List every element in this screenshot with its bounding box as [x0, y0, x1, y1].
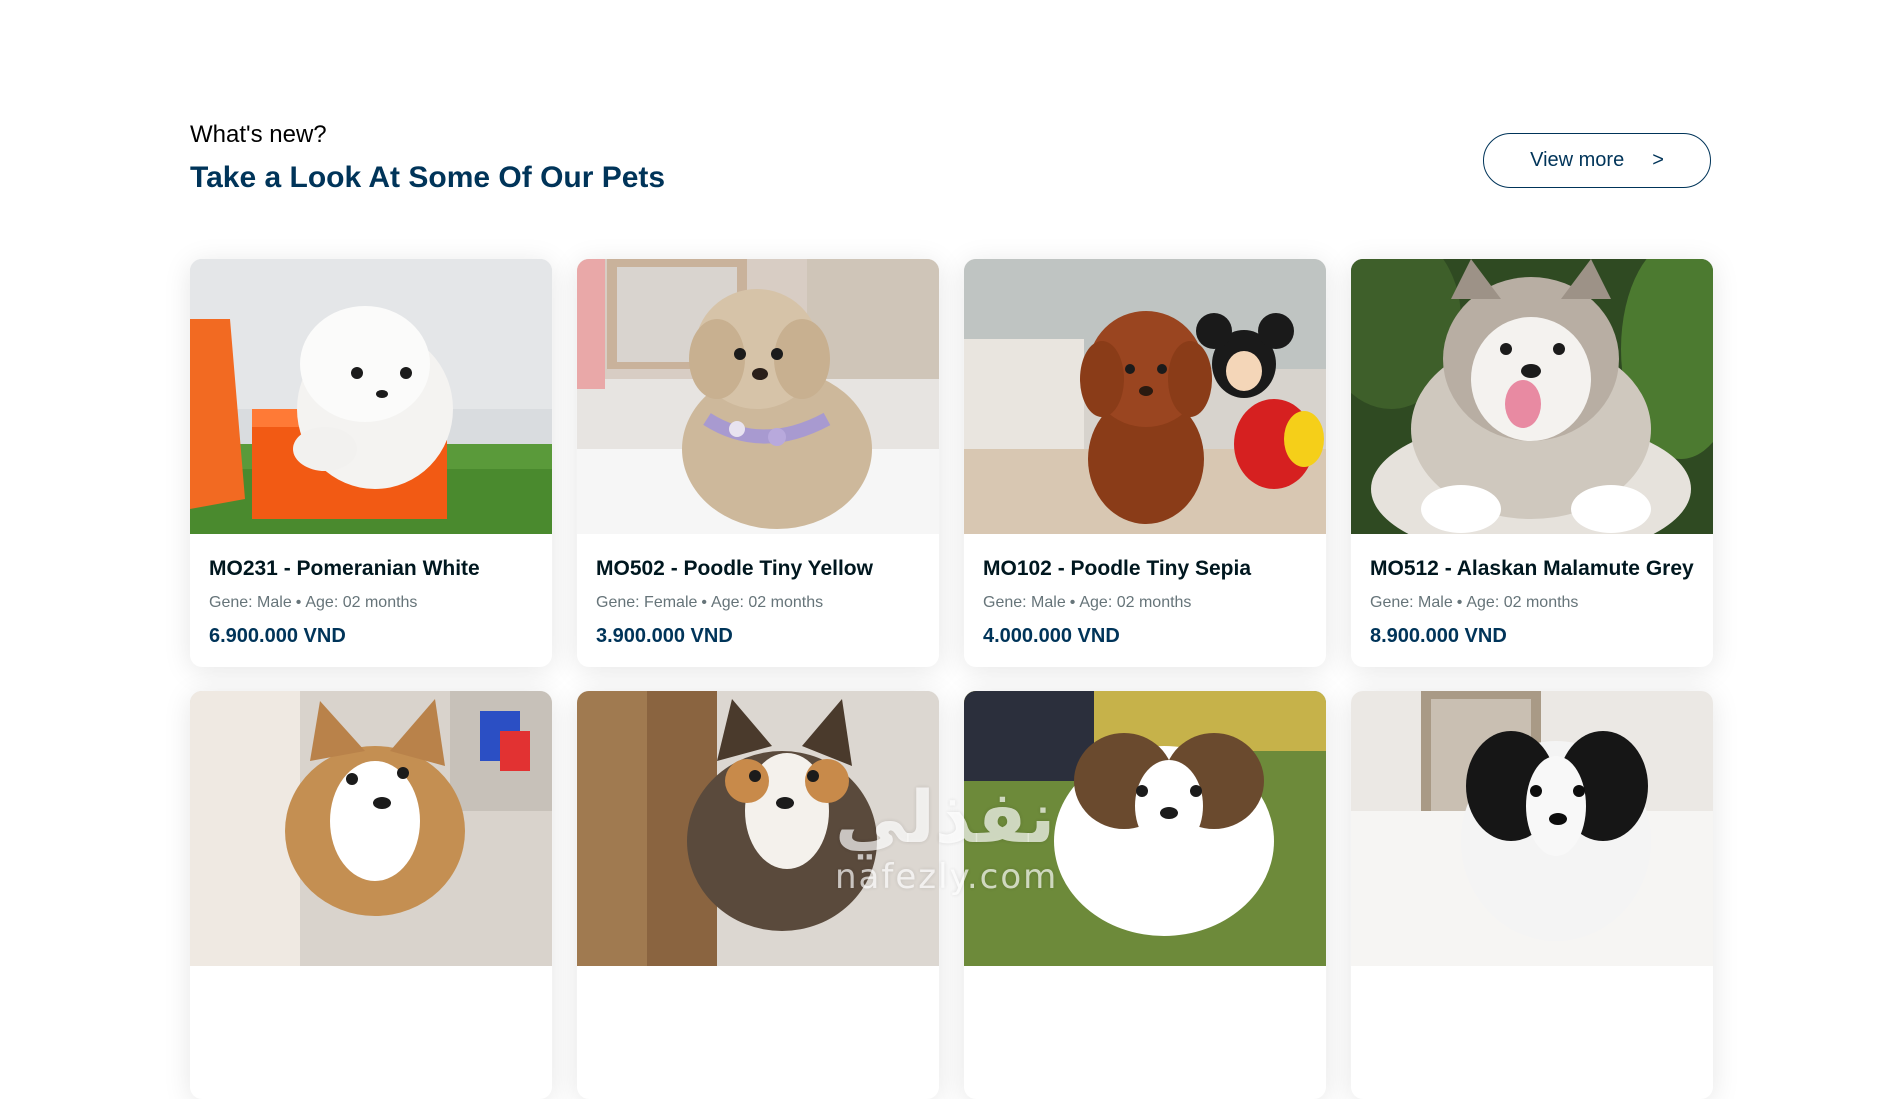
age-value: 02 months [748, 594, 824, 611]
gene-label: Gene: [983, 594, 1027, 611]
pet-meta: Gene: Male • Age: 02 months [983, 594, 1192, 611]
pet-photo-pomeranian-parti [964, 691, 1326, 966]
gene-value: Female [644, 594, 698, 611]
gene-label: Gene: [596, 594, 640, 611]
pet-price: 3.900.000 VND [596, 625, 733, 647]
pet-card[interactable]: MO102 - Poodle Tiny Sepia Gene: Male • Age… [964, 259, 1326, 667]
pet-photo-poodle-yellow [577, 259, 939, 534]
pet-meta: Gene: Female • Age: 02 months [596, 594, 824, 611]
pet-card[interactable] [964, 691, 1326, 1099]
gene-value: Male [257, 594, 292, 611]
pet-card[interactable]: MO502 - Poodle Tiny Yellow Gene: Female •… [577, 259, 939, 667]
pet-photo-corgi-tricolor [577, 691, 939, 966]
pet-card[interactable]: MO231 - Pomeranian White Gene: Male • Age:… [190, 259, 552, 667]
pet-card[interactable] [1351, 691, 1713, 1099]
pet-photo-pomeranian [190, 259, 552, 534]
pet-photo-alaskan-malamute [1351, 259, 1713, 534]
pets-section: What's new? Take a Look At Some Of Our P… [0, 0, 1882, 1099]
pet-name: MO502 - Poodle Tiny Yellow [596, 557, 873, 580]
age-value: 02 months [342, 594, 418, 611]
section-title: Take a Look At Some Of Our Pets [190, 161, 666, 194]
gene-label: Gene: [1370, 594, 1414, 611]
age-value: 02 months [1116, 594, 1192, 611]
age-label: Age: [1466, 594, 1500, 611]
pet-card[interactable] [577, 691, 939, 1099]
pet-name: MO102 - Poodle Tiny Sepia [983, 557, 1252, 580]
age-label: Age: [305, 594, 339, 611]
pet-meta: Gene: Male • Age: 02 months [1370, 594, 1579, 611]
view-more-label: View more [1530, 149, 1625, 171]
pet-photo-poodle-sepia [964, 259, 1326, 534]
view-more-button[interactable]: View more > [1483, 133, 1711, 188]
gene-value: Male [1031, 594, 1066, 611]
pet-meta: Gene: Male • Age: 02 months [209, 594, 418, 611]
chevron-right-icon: > [1652, 149, 1664, 171]
gene-value: Male [1418, 594, 1453, 611]
pet-price: 6.900.000 VND [209, 625, 346, 647]
pet-card[interactable]: MO512 - Alaskan Malamute Grey Gene: Male… [1351, 259, 1713, 667]
pet-card[interactable] [190, 691, 552, 1099]
age-value: 02 months [1503, 594, 1579, 611]
section-eyebrow: What's new? [190, 121, 327, 148]
pet-price: 8.900.000 VND [1370, 625, 1507, 647]
gene-label: Gene: [209, 594, 253, 611]
pet-name: MO512 - Alaskan Malamute Grey [1370, 557, 1694, 580]
age-label: Age: [1079, 594, 1113, 611]
age-label: Age: [711, 594, 744, 611]
pet-photo-poodle-black-white [1351, 691, 1713, 966]
pet-photo-corgi [190, 691, 552, 966]
pet-name: MO231 - Pomeranian White [209, 557, 480, 580]
pet-price: 4.000.000 VND [983, 625, 1120, 647]
